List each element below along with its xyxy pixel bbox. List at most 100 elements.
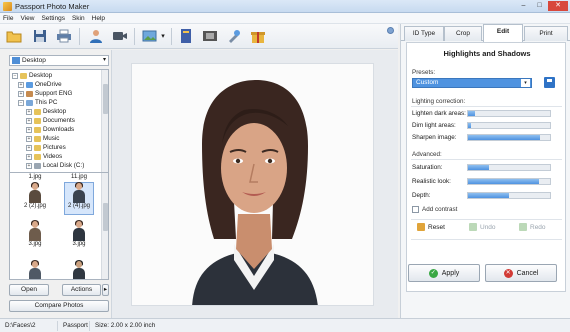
cloud-icon — [26, 82, 33, 88]
expand-icon[interactable]: + — [18, 82, 24, 88]
tree-item[interactable]: − This PC — [18, 99, 57, 107]
thumbnail-grid[interactable]: 1.jpg 11.jpg 2 (2).jpg 2 (4).jpg 3.jpg 3… — [9, 172, 109, 280]
tab-print[interactable]: Print — [524, 26, 568, 41]
add-contrast-checkbox[interactable] — [412, 206, 419, 213]
thumbnail-image — [28, 260, 42, 279]
export-image-button[interactable] — [140, 26, 160, 46]
tab-crop[interactable]: Crop — [444, 26, 482, 41]
save-preset-icon[interactable] — [544, 77, 555, 88]
slider-track[interactable] — [467, 122, 551, 129]
open-folder-icon — [6, 31, 22, 43]
thumbnail-image — [72, 260, 86, 279]
advanced-label: Advanced: — [412, 151, 442, 158]
collapse-icon[interactable]: − — [12, 73, 18, 79]
scrollbar-thumb[interactable] — [103, 84, 108, 114]
apply-button[interactable]: ✓ Apply — [408, 264, 480, 282]
film-icon — [203, 31, 217, 41]
tab-id-type[interactable]: ID Type — [404, 26, 444, 41]
tree-item[interactable]: + OneDrive — [18, 81, 62, 89]
compare-photos-button[interactable]: Compare Photos — [9, 300, 109, 312]
pin-icon[interactable] — [387, 27, 394, 34]
computer-icon — [26, 100, 33, 106]
thumbnail-item[interactable] — [64, 260, 94, 279]
webcam-icon — [113, 32, 127, 40]
thumbnail-item[interactable]: 11.jpg — [64, 174, 94, 180]
print-button[interactable] — [54, 26, 74, 46]
tree-item[interactable]: + Music — [26, 135, 59, 143]
export-dropdown[interactable]: ▾ — [159, 26, 167, 46]
scrollbar-thumb[interactable] — [103, 203, 108, 231]
close-button[interactable]: ✕ — [548, 1, 568, 11]
tree-item[interactable]: + Desktop — [26, 108, 66, 116]
collapse-icon[interactable]: − — [18, 100, 24, 106]
gift-button[interactable] — [248, 26, 268, 46]
app-logo-icon — [3, 1, 12, 11]
expand-icon[interactable]: + — [26, 145, 32, 151]
camera-person-button[interactable] — [86, 26, 106, 46]
save-button[interactable] — [30, 26, 50, 46]
thumbnail-item[interactable]: 1.jpg — [20, 174, 50, 180]
tree-item[interactable]: + Local Disk (C:) — [26, 162, 84, 170]
menu-skin[interactable]: Skin — [72, 15, 85, 22]
slider-track[interactable] — [467, 164, 551, 171]
thumbnail-item[interactable]: 3.jpg — [64, 220, 94, 247]
expand-icon[interactable]: + — [26, 127, 32, 133]
actions-button[interactable]: Actions — [62, 284, 101, 296]
menu-settings[interactable]: Settings — [41, 15, 65, 22]
folder-select[interactable]: Desktop ▾ — [9, 55, 109, 66]
save-icon — [34, 30, 46, 42]
export-image-icon — [142, 30, 157, 42]
tree-item[interactable]: + Downloads — [26, 126, 74, 134]
expand-icon[interactable]: + — [26, 118, 32, 124]
broom-icon — [417, 223, 425, 231]
slider-track[interactable] — [467, 110, 551, 117]
slider-track[interactable] — [467, 134, 551, 141]
expand-icon[interactable]: + — [26, 154, 32, 160]
film-button[interactable] — [200, 26, 220, 46]
slider-track[interactable] — [467, 178, 551, 185]
tree-item[interactable]: + Documents — [26, 117, 75, 125]
tree-item[interactable]: + Pictures — [26, 144, 66, 152]
window-title: Passport Photo Maker — [15, 1, 90, 11]
thumbnail-item[interactable] — [20, 260, 50, 279]
menu-help[interactable]: Help — [92, 15, 105, 22]
folder-icon — [34, 109, 41, 115]
thumbnail-scrollbar[interactable] — [101, 173, 108, 279]
redo-button[interactable]: Redo — [519, 223, 546, 231]
presets-select[interactable]: Custom ▾ — [412, 78, 532, 88]
cancel-button[interactable]: ✕ Cancel — [485, 264, 557, 282]
thumbnail-item[interactable]: 3.jpg — [20, 220, 50, 247]
minimize-button[interactable]: – — [516, 1, 531, 11]
menu-file[interactable]: File — [3, 15, 13, 22]
presets-value: Custom — [416, 79, 439, 86]
tree-item[interactable]: − Desktop — [12, 72, 52, 80]
thumbnail-label: 2 (2).jpg — [23, 203, 46, 209]
actions-arrow-button[interactable]: ▸ — [102, 284, 109, 296]
expand-icon[interactable]: + — [26, 109, 32, 115]
open-button[interactable]: Open — [9, 284, 49, 296]
thumbnail-label: 11.jpg — [71, 174, 87, 180]
slider-fill — [468, 179, 540, 184]
tab-edit[interactable]: Edit — [483, 24, 523, 42]
expand-icon[interactable]: + — [26, 136, 32, 142]
open-folder-button[interactable] — [4, 26, 24, 46]
thumbnail-item-selected[interactable]: 2 (4).jpg — [64, 182, 94, 215]
slider-track[interactable] — [467, 192, 551, 199]
portrait-photo — [131, 63, 374, 306]
photo-canvas[interactable] — [111, 50, 398, 318]
tree-item[interactable]: + Videos — [26, 153, 62, 161]
maximize-button[interactable]: □ — [532, 1, 547, 11]
slider-fill — [468, 193, 509, 198]
help-button[interactable] — [176, 26, 196, 46]
presets-label: Presets: — [412, 69, 436, 76]
undo-button[interactable]: Undo — [469, 223, 496, 231]
expand-icon[interactable]: + — [26, 163, 32, 169]
thumbnail-item[interactable]: 2 (2).jpg — [20, 182, 50, 209]
slider-lighten-dark: Lighten dark areas: — [412, 109, 562, 119]
tree-item[interactable]: + Support ENG — [18, 90, 72, 98]
menu-view[interactable]: View — [20, 15, 34, 22]
expand-icon[interactable]: + — [18, 91, 24, 97]
webcam-button[interactable] — [110, 26, 130, 46]
tools-button[interactable] — [224, 26, 244, 46]
reset-button[interactable]: Reset — [417, 223, 445, 231]
